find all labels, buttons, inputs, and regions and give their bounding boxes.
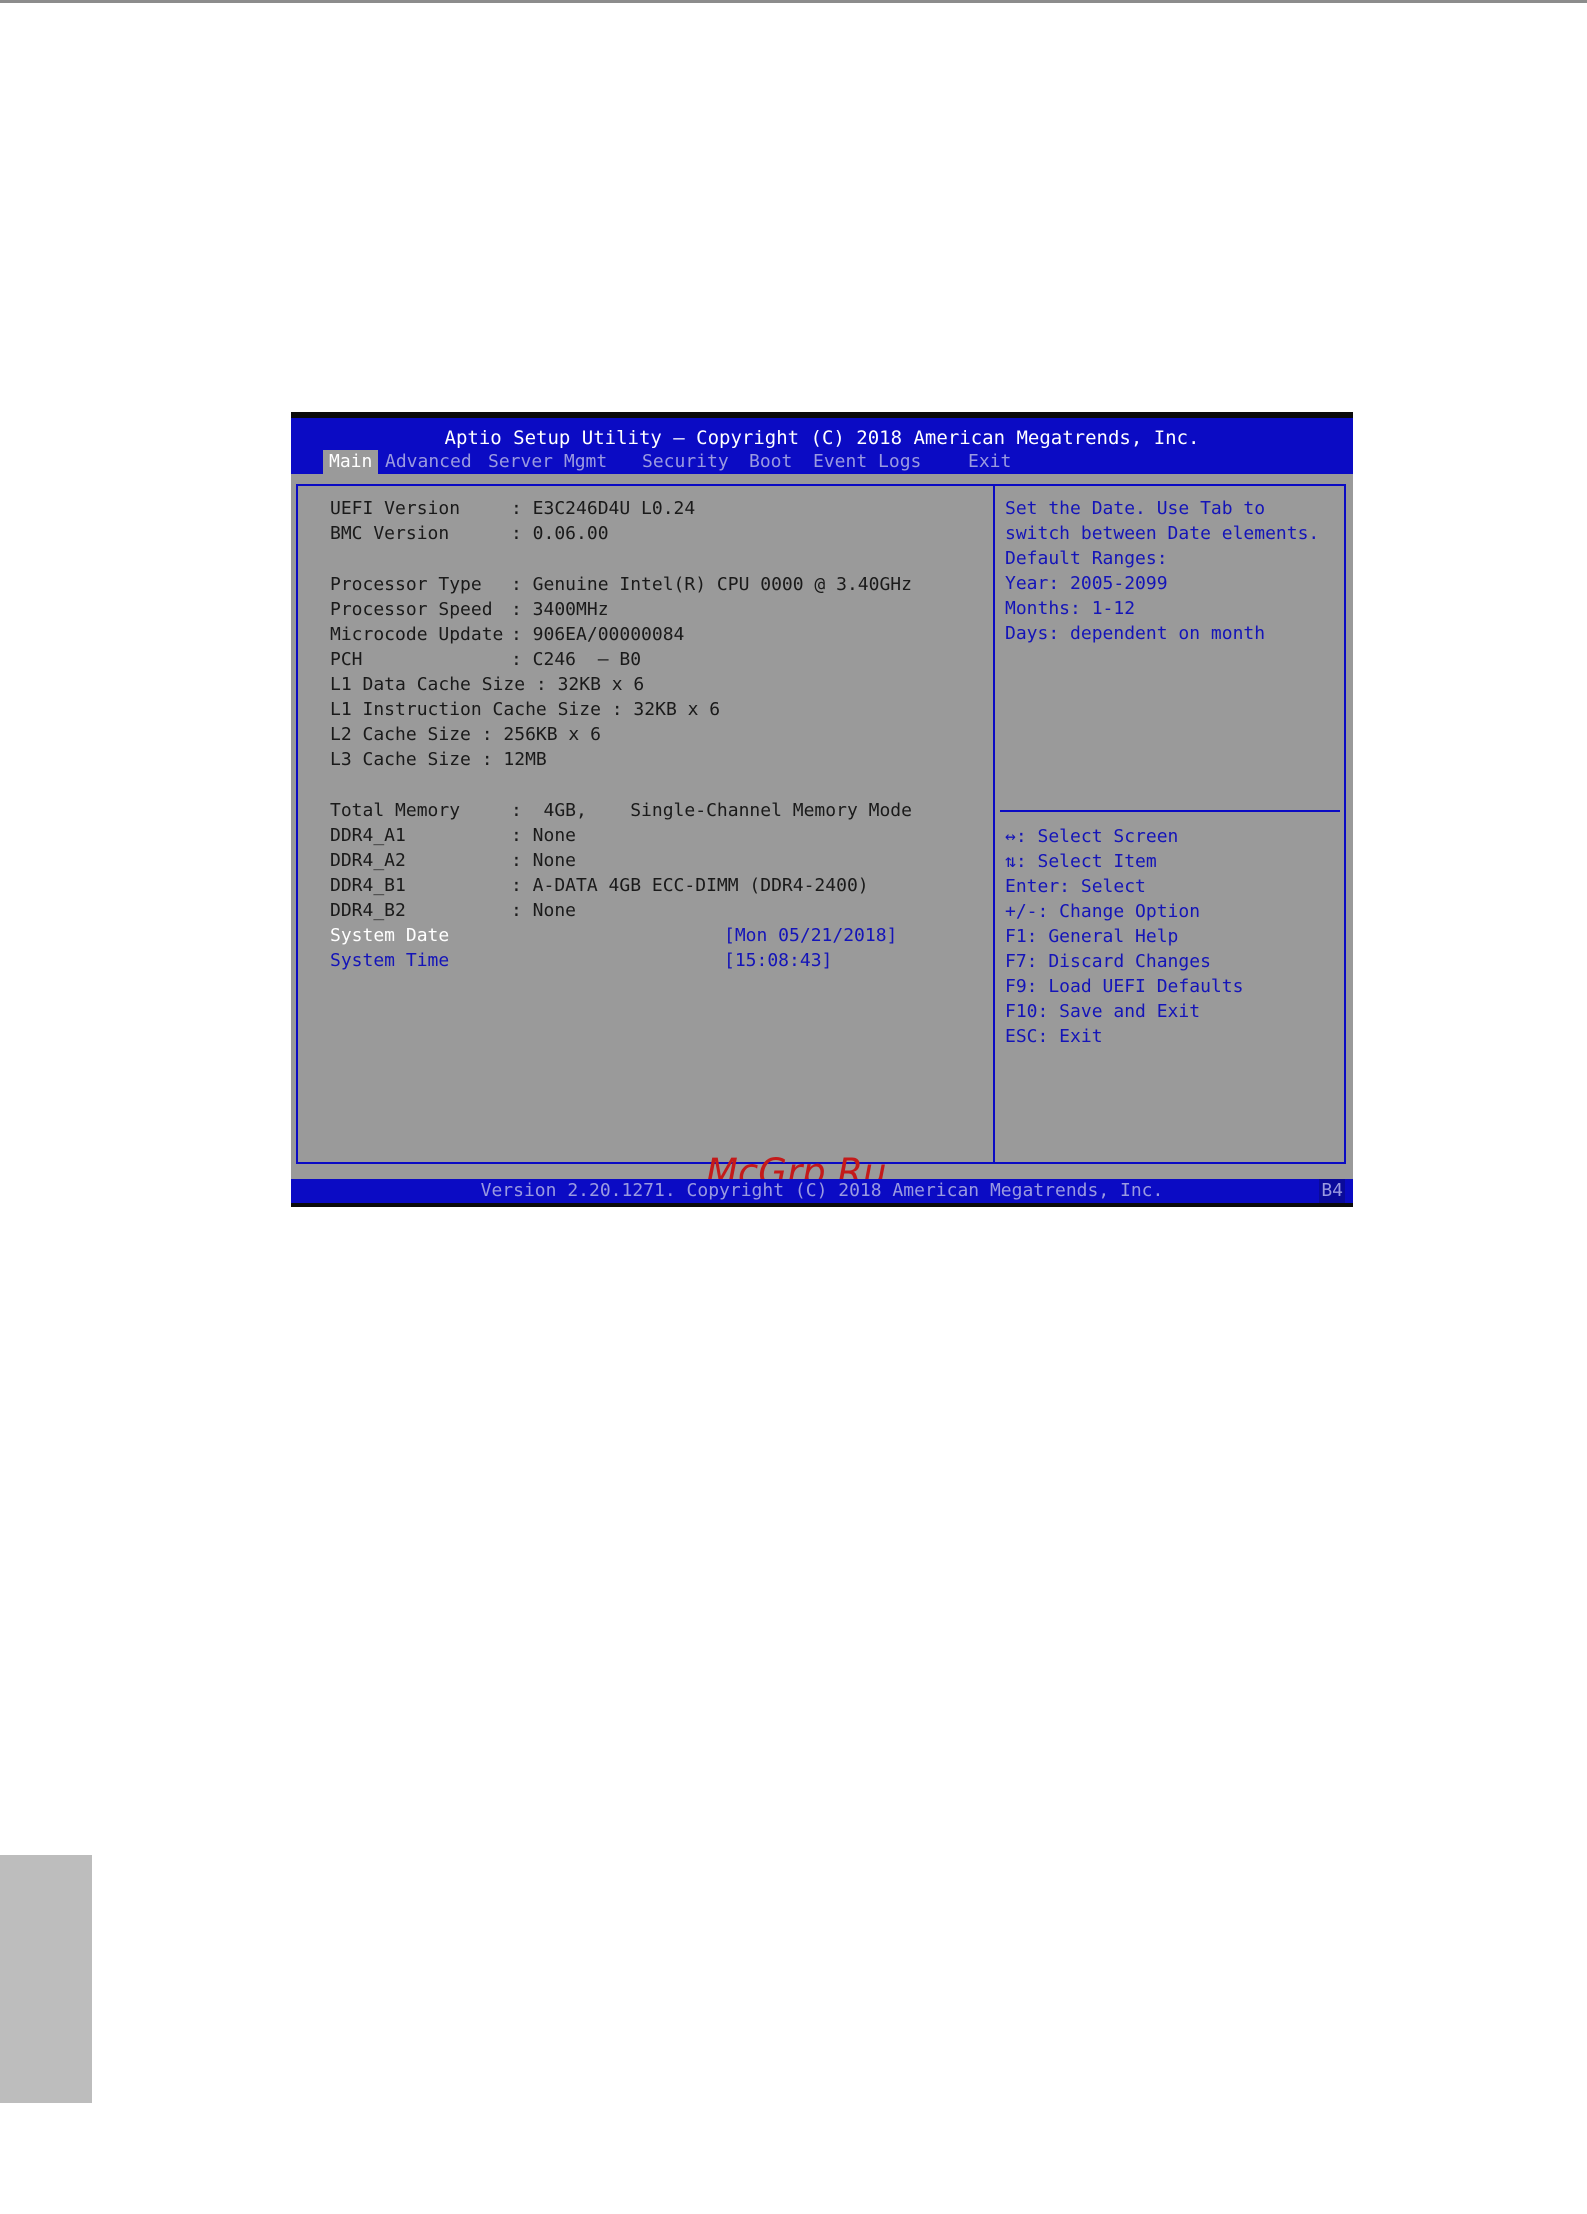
key-hint-exit: ESC: Exit bbox=[1005, 1026, 1103, 1047]
main-frame: UEFI Version: E3C246D4U L0.24 BMC Versio… bbox=[291, 474, 1353, 1194]
info-row-ddr4-a2: DDR4_A2: None bbox=[330, 850, 577, 871]
bios-setup-screen: Aptio Setup Utility – Copyright (C) 2018… bbox=[291, 412, 1353, 1207]
key-hint-save-exit: F10: Save and Exit bbox=[1005, 1001, 1201, 1022]
footer-bar: Version 2.20.1271. Copyright (C) 2018 Am… bbox=[291, 1179, 1353, 1203]
help-description-line: Days: dependent on month bbox=[1005, 623, 1266, 644]
help-panel: Set the Date. Use Tab to switch between … bbox=[995, 484, 1346, 1164]
help-description-line: switch between Date elements. bbox=[1005, 523, 1320, 544]
info-row-l2-cache: L2 Cache Size : 256KB x 6 bbox=[330, 724, 601, 745]
help-description-line: Default Ranges: bbox=[1005, 548, 1168, 569]
info-row-ddr4-b2: DDR4_B2: None bbox=[330, 900, 577, 921]
key-hint-general-help: F1: General Help bbox=[1005, 926, 1179, 947]
system-date-label: System Date bbox=[330, 925, 450, 946]
key-hint-select-screen: ↔: Select Screen bbox=[1005, 826, 1179, 847]
key-hint-change-option: +/-: Change Option bbox=[1005, 901, 1201, 922]
tab-server-mgmt[interactable]: Server Mgmt bbox=[488, 450, 607, 474]
system-date-value[interactable]: [Mon 05/21/2018] bbox=[724, 923, 897, 948]
page-side-tab bbox=[0, 1855, 92, 2103]
info-row-ddr4-a1: DDR4_A1: None bbox=[330, 825, 577, 846]
key-hint-discard-changes: F7: Discard Changes bbox=[1005, 951, 1211, 972]
tab-main[interactable]: Main bbox=[323, 450, 379, 474]
info-row-pch: PCH: C246 – B0 bbox=[330, 649, 642, 670]
help-description-line: Set the Date. Use Tab to bbox=[1005, 498, 1266, 519]
info-row-ddr4-b1: DDR4_B1: A-DATA 4GB ECC-DIMM (DDR4-2400) bbox=[330, 875, 869, 896]
title-bar: Aptio Setup Utility – Copyright (C) 2018… bbox=[291, 418, 1353, 474]
key-hint-enter: Enter: Select bbox=[1005, 876, 1146, 897]
help-description-line: Months: 1-12 bbox=[1005, 598, 1136, 619]
info-row-total-memory: Total Memory: 4GB, Single-Channel Memory… bbox=[330, 800, 912, 821]
info-row-processor-type: Processor Type: Genuine Intel(R) CPU 000… bbox=[330, 574, 912, 595]
info-row-microcode-update: Microcode Update: 906EA/00000084 bbox=[330, 624, 685, 645]
info-row-l1-data-cache: L1 Data Cache Size : 32KB x 6 bbox=[330, 674, 645, 695]
system-time-label: System Time bbox=[330, 950, 450, 971]
help-divider bbox=[1000, 810, 1340, 812]
page-top-rule bbox=[0, 0, 1587, 3]
info-row-processor-speed: Processor Speed: 3400MHz bbox=[330, 599, 609, 620]
title-text: Aptio Setup Utility – Copyright (C) 2018… bbox=[444, 427, 1200, 449]
info-row-uefi-version: UEFI Version: E3C246D4U L0.24 bbox=[330, 498, 696, 519]
info-row-l1-instruction-cache: L1 Instruction Cache Size : 32KB x 6 bbox=[330, 699, 721, 720]
key-hint-select-item: ⇅: Select Item bbox=[1005, 851, 1157, 872]
footer-version: Version 2.20.1271. Copyright (C) 2018 Am… bbox=[480, 1180, 1164, 1201]
system-time-setting[interactable]: System Time [15:08:43] bbox=[330, 948, 832, 973]
key-hint-load-defaults: F9: Load UEFI Defaults bbox=[1005, 976, 1244, 997]
help-description-line: Year: 2005-2099 bbox=[1005, 573, 1168, 594]
tab-advanced[interactable]: Advanced bbox=[385, 450, 472, 474]
info-row-l3-cache: L3 Cache Size : 12MB bbox=[330, 749, 547, 770]
system-date-setting[interactable]: System Date [Mon 05/21/2018] bbox=[330, 923, 897, 948]
info-row-bmc-version: BMC Version: 0.06.00 bbox=[330, 523, 609, 544]
tab-event-logs[interactable]: Event Logs bbox=[813, 450, 921, 474]
footer-code: B4 bbox=[1319, 1179, 1345, 1203]
system-time-value[interactable]: [15:08:43] bbox=[724, 948, 832, 973]
tab-exit[interactable]: Exit bbox=[968, 450, 1011, 474]
settings-panel: UEFI Version: E3C246D4U L0.24 BMC Versio… bbox=[296, 484, 995, 1194]
tab-security[interactable]: Security bbox=[642, 450, 729, 474]
tab-boot[interactable]: Boot bbox=[749, 450, 792, 474]
